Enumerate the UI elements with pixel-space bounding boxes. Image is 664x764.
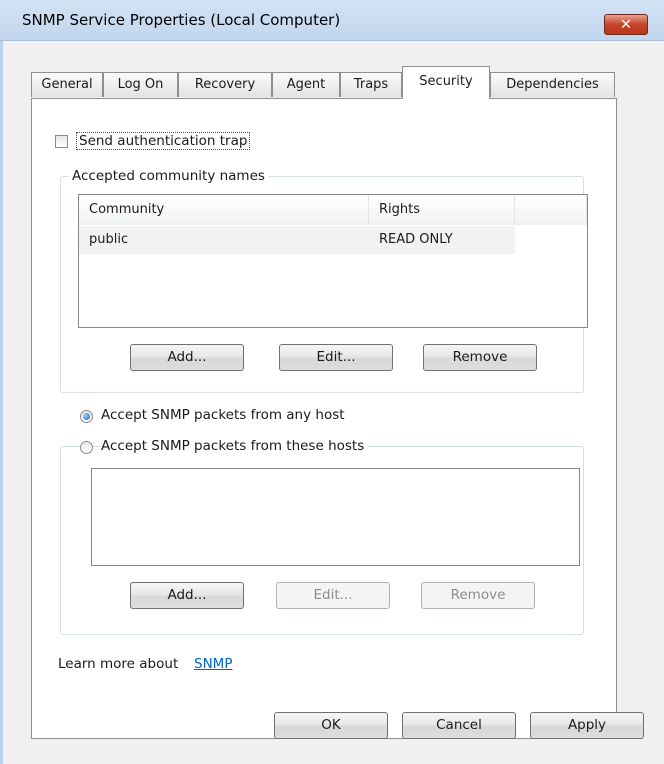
- tab-dependencies[interactable]: Dependencies: [490, 72, 615, 97]
- tab-agent[interactable]: Agent: [272, 72, 340, 97]
- rights-cell: READ ONLY: [379, 232, 453, 247]
- column-header-rights[interactable]: Rights: [369, 195, 515, 225]
- title-bar: SNMP Service Properties (Local Computer)…: [0, 0, 664, 41]
- send-auth-trap-checkbox[interactable]: [55, 135, 68, 148]
- tab-recovery[interactable]: Recovery: [178, 72, 272, 97]
- accept-these-hosts-label[interactable]: Accept SNMP packets from these hosts: [101, 438, 369, 454]
- tab-general[interactable]: General: [31, 72, 103, 97]
- hosts-add-button[interactable]: Add...: [130, 582, 244, 609]
- learn-more-text: Learn more about: [58, 656, 179, 672]
- tab-log-on[interactable]: Log On: [103, 72, 178, 97]
- community-names-legend: Accepted community names: [69, 168, 268, 184]
- community-list[interactable]: Community Rights public READ ONLY: [78, 194, 588, 328]
- window-title: SNMP Service Properties (Local Computer): [22, 11, 341, 29]
- send-auth-trap-label[interactable]: Send authentication trap: [76, 132, 251, 150]
- snmp-help-link[interactable]: SNMP: [194, 656, 232, 672]
- ok-button[interactable]: OK: [274, 712, 388, 739]
- community-remove-button[interactable]: Remove: [423, 344, 537, 371]
- hosts-list[interactable]: [91, 468, 580, 566]
- apply-button[interactable]: Apply: [530, 712, 644, 739]
- accept-these-hosts-radio[interactable]: [80, 441, 93, 454]
- column-header-empty: [515, 195, 587, 225]
- close-button[interactable]: ✕: [604, 14, 648, 35]
- window-left-border: [0, 41, 3, 764]
- hosts-edit-button: Edit...: [276, 582, 390, 609]
- security-tab-panel: Send authentication trap Accepted commun…: [31, 98, 617, 739]
- community-cell: public: [89, 232, 129, 247]
- table-row[interactable]: public READ ONLY: [79, 226, 515, 254]
- cancel-button[interactable]: Cancel: [402, 712, 516, 739]
- radio-selected-dot: [83, 413, 90, 420]
- community-add-button[interactable]: Add...: [130, 344, 244, 371]
- community-edit-button[interactable]: Edit...: [279, 344, 393, 371]
- dialog-client: General Log On Recovery Agent Traps Secu…: [0, 41, 664, 764]
- close-icon: ✕: [620, 17, 632, 33]
- column-header-community[interactable]: Community: [79, 195, 369, 225]
- tab-security[interactable]: Security: [402, 66, 490, 99]
- accept-any-host-label[interactable]: Accept SNMP packets from any host: [101, 407, 345, 423]
- accept-any-host-radio[interactable]: [80, 410, 93, 423]
- tab-traps[interactable]: Traps: [340, 72, 402, 97]
- hosts-remove-button: Remove: [421, 582, 535, 609]
